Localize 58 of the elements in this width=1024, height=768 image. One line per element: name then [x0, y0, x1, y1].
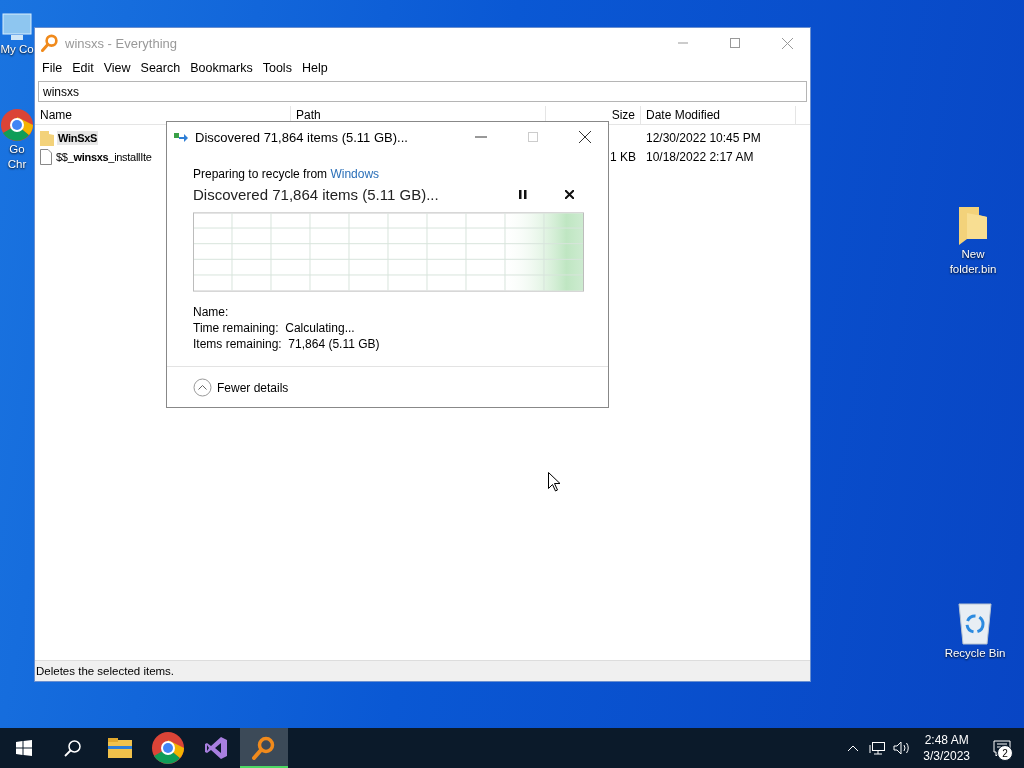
- maximize-icon: [528, 132, 538, 142]
- folder-icon: [40, 129, 54, 146]
- pause-icon: [519, 189, 527, 199]
- menu-item[interactable]: Edit: [67, 61, 99, 75]
- close-icon: [564, 189, 574, 199]
- search-icon: [63, 739, 81, 757]
- status-text: Deletes the selected items.: [35, 665, 175, 677]
- caret-up-icon: [847, 744, 860, 752]
- size-cell-text: 1 KB: [609, 149, 637, 164]
- menu-item[interactable]: Bookmarks: [185, 61, 258, 75]
- mouse-pointer-icon: [548, 472, 561, 492]
- menu-item[interactable]: File: [37, 61, 68, 75]
- file-name[interactable]: $$_winsxs_installIte: [55, 149, 153, 164]
- detail-text: Name:: [193, 304, 230, 320]
- detail-text: Time remaining: Calculating...: [193, 320, 356, 336]
- close-icon: [781, 37, 793, 49]
- search-field[interactable]: winsxs: [38, 81, 807, 102]
- magnifier-icon: [41, 34, 59, 52]
- chevron-up-icon: [193, 378, 212, 397]
- date-cell-text: 10/18/2022 2:17 AM: [645, 149, 755, 164]
- network-icon: [869, 741, 886, 755]
- maximize-icon: [730, 38, 740, 48]
- desktop-icon-label: folder.bin: [949, 262, 997, 277]
- detail-text: Items remaining: 71,864 (5.11 GB): [193, 336, 381, 352]
- source-link[interactable]: Windows: [330, 167, 380, 181]
- fewer-details-button[interactable]: Fewer details: [193, 378, 289, 397]
- source-text: Preparing to recycle from Windows: [193, 166, 381, 182]
- menu-item[interactable]: Search: [135, 61, 186, 75]
- folder-icon: [108, 738, 132, 758]
- notification-count: 2: [997, 745, 1013, 761]
- visual-studio-icon: [204, 736, 228, 760]
- message-icon: [993, 739, 1011, 757]
- computer-icon: [1, 12, 33, 42]
- column-header[interactable]: Date Modified: [641, 106, 796, 124]
- folder-icon: [957, 205, 989, 247]
- menu-item[interactable]: Tools: [257, 61, 297, 75]
- move-icon: [173, 131, 189, 143]
- file-name[interactable]: WinSxS: [57, 130, 99, 145]
- progress-heading: Discovered 71,864 items (5.11 GB)...: [193, 185, 440, 203]
- notifications-button[interactable]: 2: [980, 728, 1024, 768]
- desktop-icon-label: My Co: [0, 42, 34, 57]
- desktop-icon-label: Go: [9, 142, 25, 157]
- close-icon: [579, 131, 591, 143]
- chrome-icon: [151, 731, 185, 765]
- desktop-icon-label: Chr: [7, 157, 27, 172]
- speaker-icon: [892, 741, 910, 755]
- desktop-icon-label: Recycle Bin: [944, 646, 1006, 661]
- dialog-title: Discovered 71,864 items (5.11 GB)...: [195, 129, 409, 145]
- desktop-icon-label: New: [961, 247, 985, 262]
- date-cell-text: 12/30/2022 10:45 PM: [645, 130, 762, 145]
- menu-item[interactable]: View: [98, 61, 136, 75]
- clock[interactable]: 2:48 AM 3/3/2023: [913, 732, 980, 764]
- windows-logo-icon: [16, 740, 32, 756]
- menu-item[interactable]: Help: [296, 61, 333, 75]
- recycle-bin-icon: [955, 600, 995, 646]
- file-icon: [40, 148, 52, 165]
- magnifier-icon: [252, 736, 276, 760]
- window-title: winsxs - Everything: [65, 35, 178, 51]
